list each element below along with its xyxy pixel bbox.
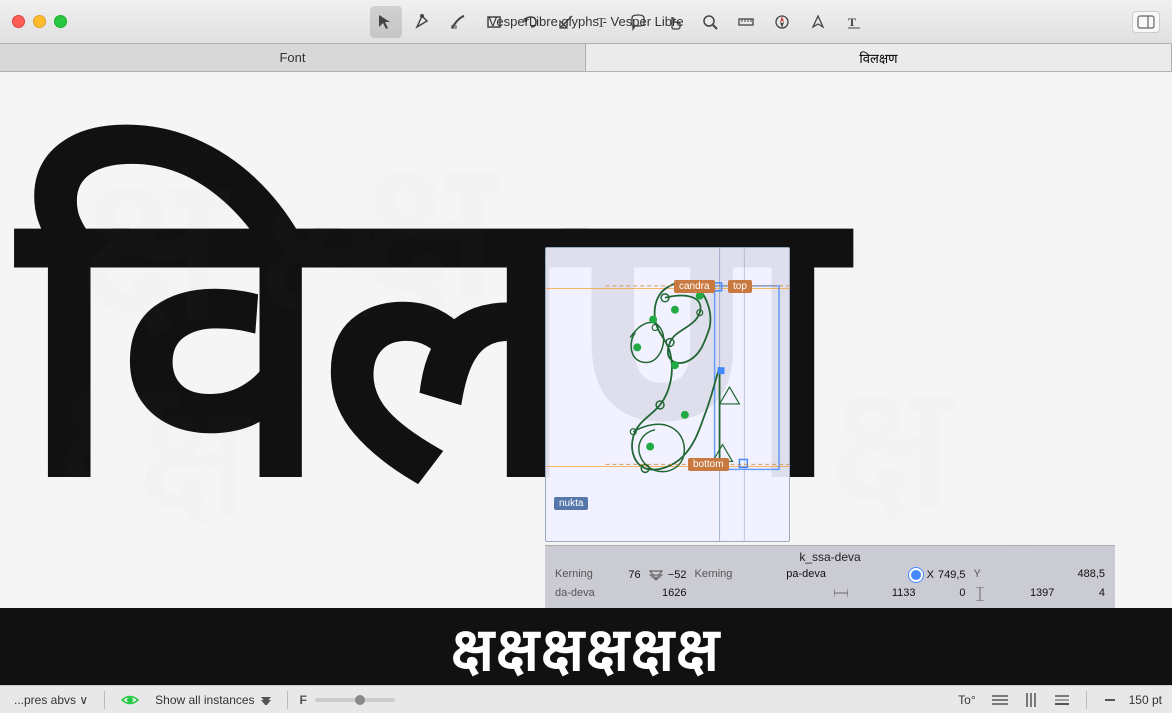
metrics-tool[interactable]: T <box>838 6 870 38</box>
controlbar: ...pres abvs ∨ Show all instances F To° … <box>0 685 1172 713</box>
kerning-right-label: Kerning <box>695 568 733 585</box>
da-deva-value: 1626 <box>662 587 686 604</box>
separator-1 <box>104 691 105 709</box>
width-value: 1133 <box>892 587 916 604</box>
r2-value: 4 <box>1099 587 1105 604</box>
window-controls <box>0 15 67 28</box>
zoom-minus-button[interactable] <box>1099 691 1121 709</box>
y-coord-value: 488,5 <box>1077 568 1105 585</box>
close-button[interactable] <box>12 15 25 28</box>
titlebar: T T VesperLibre.glyphs - Vesper <box>0 0 1172 44</box>
zoom-slider[interactable] <box>315 698 395 702</box>
sidebar-toggle-button[interactable] <box>1132 11 1160 33</box>
ghost-4: क्ष <box>843 102 972 347</box>
eye-toggle[interactable] <box>117 692 143 708</box>
pres-abvs-label: ...pres abvs ∨ <box>14 693 88 707</box>
nukta-label: nukta <box>554 497 588 510</box>
to-button[interactable]: To° <box>954 691 979 709</box>
height-value: 1397 <box>1030 587 1054 604</box>
x-value: X 749,5 <box>909 568 966 585</box>
ghost-7: क्ष <box>830 322 952 554</box>
kerning-left-row: Kerning 76 −52 <box>555 568 687 585</box>
separator-3 <box>1086 691 1087 709</box>
tabbar: Font विलक्षण <box>0 44 1172 72</box>
height-row: 1397 4 <box>974 587 1106 604</box>
width-label <box>834 587 848 604</box>
window-title: VesperLibre.glyphs - Vesper Libre <box>488 14 683 29</box>
compass-tool[interactable] <box>766 6 798 38</box>
ruler-tool[interactable] <box>730 6 762 38</box>
y-coord-row: Y 488,5 <box>974 568 1106 585</box>
kerning-left-value: 76 −52 <box>628 568 686 585</box>
to-label: To° <box>958 693 975 707</box>
glyph-statusbar: k_ssa-deva Kerning 76 −52 Kerning pa-dev… <box>545 545 1115 608</box>
grid-multi-icon[interactable] <box>1050 691 1074 709</box>
top-label: top <box>728 280 752 293</box>
preview-strip: क्षक्षक्षक्षक्षक्ष <box>0 608 1172 685</box>
candra-label: candra <box>674 280 715 293</box>
preview-text: क्षक्षक्षक्षक्षक्ष <box>451 608 721 685</box>
pres-abvs-dropdown[interactable]: ...pres abvs ∨ <box>10 691 92 709</box>
y-coord-label: Y <box>974 568 981 585</box>
zoom-slider-thumb[interactable] <box>355 695 365 705</box>
height-label <box>974 587 986 604</box>
grid-cols-icon[interactable] <box>1020 691 1042 709</box>
da-deva-label: da-deva <box>555 587 595 604</box>
show-instances-label: Show all instances <box>155 693 254 707</box>
f-label: F <box>300 693 307 707</box>
grid-rows-icon[interactable] <box>988 691 1012 709</box>
separator-2 <box>287 691 288 709</box>
zoom-level: 150 pt <box>1129 693 1162 707</box>
glyph-editor-panel: candra top bottom nukta <box>545 247 790 542</box>
width-row: 1133 0 <box>834 587 966 604</box>
maximize-button[interactable] <box>54 15 67 28</box>
r1-value: 0 <box>959 587 965 604</box>
main-canvas: विलण क्ष क्ष क्ष क्ष क्ष क्ष क्ष क्ष <box>0 72 1172 608</box>
ghost-6: क्ष <box>140 352 248 556</box>
pa-deva-row <box>695 587 827 604</box>
x-coord-row: X 749,5 <box>834 568 966 585</box>
glyphs-tab[interactable]: विलक्षण <box>586 44 1172 71</box>
statusbar-grid: Kerning 76 −52 Kerning pa-deva X 749,5 <box>555 568 1105 604</box>
pointer-tool[interactable] <box>370 6 402 38</box>
glyph-name: k_ssa-deva <box>555 550 1105 564</box>
kerning-left-label: Kerning <box>555 568 593 585</box>
da-deva-row: da-deva 1626 <box>555 587 687 604</box>
zoom-tool[interactable] <box>694 6 726 38</box>
ghost-3: क्ष <box>360 92 496 351</box>
bottom-label: bottom <box>688 458 729 471</box>
brush-tool[interactable] <box>442 6 474 38</box>
show-instances-button[interactable]: Show all instances <box>151 691 274 709</box>
pen-tool[interactable] <box>406 6 438 38</box>
minimize-button[interactable] <box>33 15 46 28</box>
kerning-right-value: pa-deva <box>786 568 826 585</box>
kerning-right-row: Kerning pa-deva <box>695 568 827 585</box>
font-tab[interactable]: Font <box>0 44 586 71</box>
anchor-tool[interactable] <box>802 6 834 38</box>
svg-text:T: T <box>848 15 856 29</box>
